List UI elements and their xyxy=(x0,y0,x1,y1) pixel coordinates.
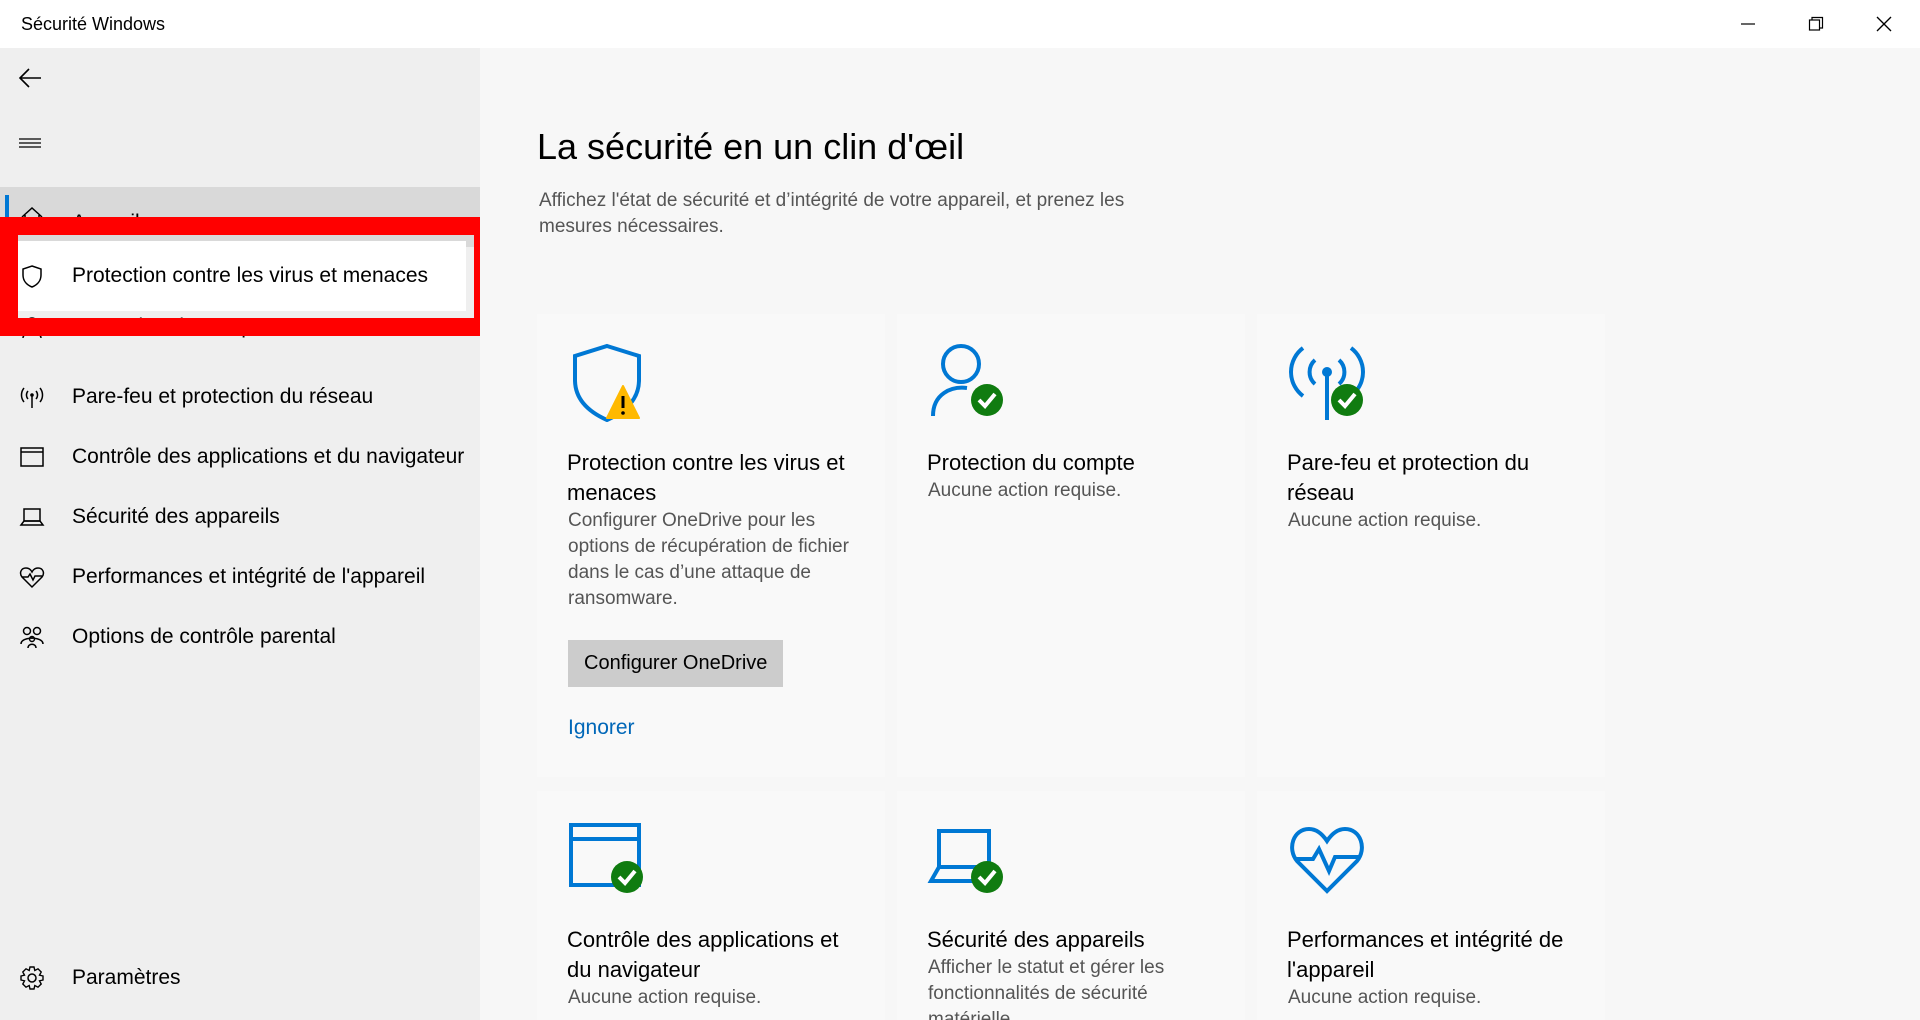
card-text: Aucune action requise. xyxy=(568,987,762,1008)
menu-button[interactable] xyxy=(0,113,60,173)
card-firewall[interactable]: Pare-feu et protection du réseau Aucune … xyxy=(1257,314,1605,777)
card-title: Protection contre les virus et menaces xyxy=(567,450,845,505)
main-content: La sécurité en un clin d'œil Affichez l'… xyxy=(480,48,1920,1020)
minimize-icon xyxy=(1741,23,1755,25)
card-text: Aucune action requise. xyxy=(928,480,1122,501)
sidebar-item-virus-protection-hover[interactable]: Protection contre les virus et menaces xyxy=(18,241,466,311)
sidebar-item-firewall[interactable]: Pare-feu et protection du réseau xyxy=(0,367,480,427)
sidebar-item-label: Sécurité des appareils xyxy=(72,505,280,528)
card-device-performance[interactable]: Performances et intégrité de l'appareil … xyxy=(1257,791,1605,1020)
laptop-icon xyxy=(18,503,46,531)
person-check-icon xyxy=(931,344,1003,417)
card-app-browser-control[interactable]: Contrôle des applications et du navigate… xyxy=(537,791,885,1020)
laptop-check-icon xyxy=(927,829,1003,893)
heart-pulse-icon xyxy=(1290,826,1364,894)
close-button[interactable] xyxy=(1850,0,1918,48)
restore-button[interactable] xyxy=(1782,0,1850,48)
sidebar-item-label: Protection contre les virus et menaces xyxy=(72,264,428,287)
sidebar-item-app-browser-control[interactable]: Contrôle des applications et du navigate… xyxy=(0,427,480,487)
sidebar-item-device-security[interactable]: Sécurité des appareils xyxy=(0,487,480,547)
card-account-protection[interactable]: Protection du compte Aucune action requi… xyxy=(897,314,1245,777)
sidebar-item-device-performance[interactable]: Performances et intégrité de l'appareil xyxy=(0,547,480,607)
restore-icon xyxy=(1808,16,1824,31)
card-text: Afficher le statut et gérer les fonction… xyxy=(928,957,1165,1020)
sidebar-item-label: Contrôle des applications et du navigate… xyxy=(72,445,465,468)
page-title: La sécurité en un clin d'œil xyxy=(537,126,965,167)
family-icon xyxy=(18,623,46,651)
sidebar-item-label: Options de contrôle parental xyxy=(72,625,336,648)
antenna-check-icon xyxy=(1289,346,1365,420)
sidebar-item-label: Protection du compte xyxy=(72,315,271,338)
card-text: Aucune action requise. xyxy=(1288,510,1482,531)
sidebar-item-label: Pare-feu et protection du réseau xyxy=(72,385,374,408)
sidebar-item-label: Accueil xyxy=(72,211,140,234)
sidebar: Accueil Protection contre les virus et m… xyxy=(0,48,480,1020)
gear-icon xyxy=(18,964,46,992)
card-text: Configurer OneDrive pour les options de … xyxy=(568,510,849,609)
hamburger-icon xyxy=(19,138,41,148)
sidebar-item-label: Paramètres xyxy=(72,966,181,989)
card-title: Performances et intégrité de l'appareil xyxy=(1287,927,1564,982)
shield-icon xyxy=(18,262,46,290)
person-icon xyxy=(18,313,46,341)
page-description: Affichez l'état de sécurité et d’intégri… xyxy=(539,190,1125,237)
card-device-security[interactable]: Sécurité des appareils Afficher le statu… xyxy=(897,791,1245,1020)
ignore-link[interactable]: Ignorer xyxy=(568,716,635,740)
home-icon xyxy=(18,203,46,231)
card-title: Contrôle des applications et du navigate… xyxy=(567,927,839,982)
card-title: Protection du compte xyxy=(927,450,1135,475)
card-title: Pare-feu et protection du réseau xyxy=(1287,450,1530,505)
configure-onedrive-button[interactable]: Configurer OneDrive xyxy=(568,640,784,687)
card-title: Sécurité des appareils xyxy=(927,927,1145,952)
browser-window-icon xyxy=(18,443,46,471)
wifi-antenna-icon xyxy=(18,383,46,411)
back-button[interactable] xyxy=(0,48,60,108)
close-icon xyxy=(1876,16,1892,32)
title-bar: Sécurité Windows xyxy=(0,0,1920,48)
window-title: Sécurité Windows xyxy=(21,14,166,34)
sidebar-item-settings[interactable]: Paramètres xyxy=(0,948,480,1008)
back-arrow-icon xyxy=(18,68,41,88)
card-text: Aucune action requise. xyxy=(1288,987,1482,1008)
minimize-button[interactable] xyxy=(1714,0,1782,48)
sidebar-item-parental-control[interactable]: Options de contrôle parental xyxy=(0,607,480,667)
heart-pulse-icon xyxy=(18,563,46,591)
card-virus-protection[interactable]: Protection contre les virus et menaces C… xyxy=(537,314,885,777)
browser-check-icon xyxy=(569,823,643,893)
sidebar-item-label: Performances et intégrité de l'appareil xyxy=(72,565,426,588)
shield-warning-icon xyxy=(573,343,641,422)
